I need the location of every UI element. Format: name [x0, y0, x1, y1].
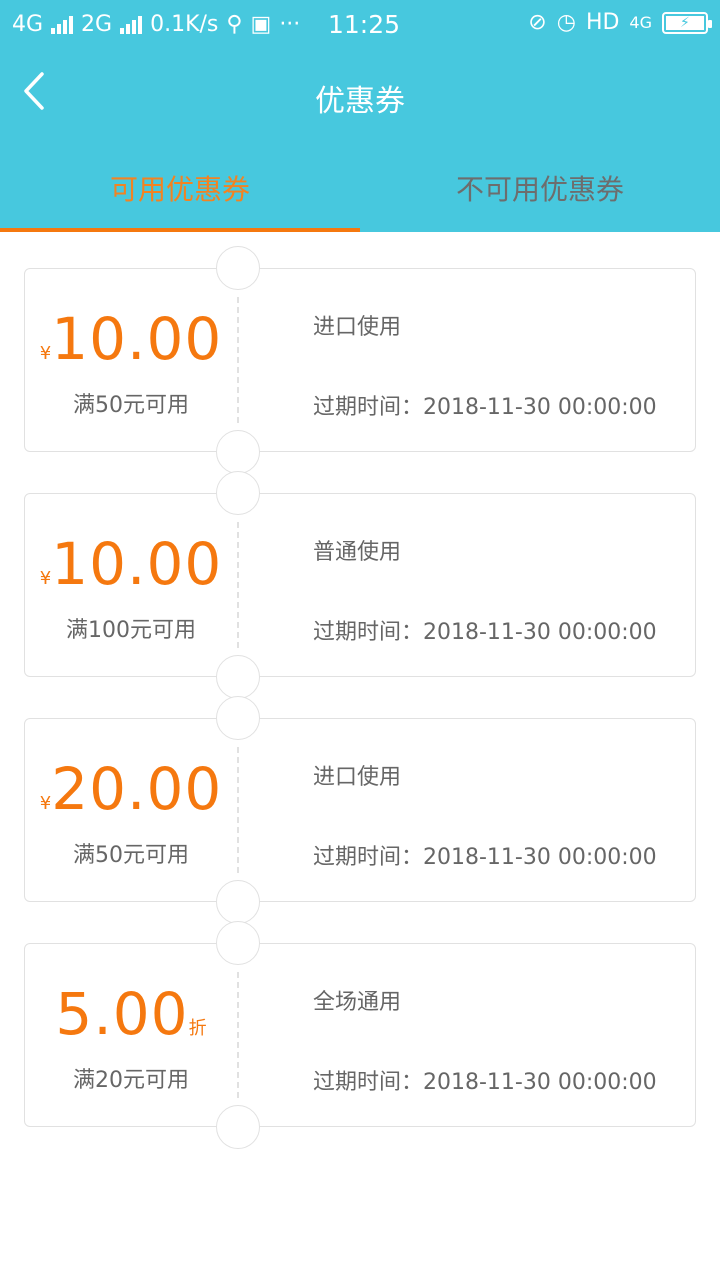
tab-unavailable[interactable]: 不可用优惠券 [360, 140, 720, 232]
coupon-amount: ¥10.00 [25, 305, 237, 373]
signal-icon [51, 15, 74, 34]
tab-available[interactable]: 可用优惠券 [0, 140, 360, 232]
coupon-type: 进口使用 [313, 315, 402, 340]
status-left: 4G 2G 0.1K/s ⚲ ▣ ··· [12, 12, 300, 37]
amount-value: 10.00 [51, 530, 223, 598]
navigation-bar: 优惠券 [0, 50, 720, 140]
app-notification-icon: ▣ [250, 12, 272, 37]
divider [237, 522, 239, 648]
mute-icon: ⊘ [528, 10, 547, 35]
coupon-condition: 满20元可用 [73, 1068, 189, 1093]
coupon-card[interactable]: ¥10.00 满50元可用 进口使用 过期时间：2018-11-30 00:00… [24, 246, 696, 474]
amount-unit: 折 [188, 1018, 207, 1039]
page-title: 优惠券 [315, 84, 405, 119]
ticket-notch [216, 430, 260, 474]
coupon-amount: ¥10.00 [25, 530, 237, 598]
coupon-expiry: 过期时间：2018-11-30 00:00:00 [313, 1070, 657, 1095]
ticket-notch [216, 921, 260, 965]
ticket-notch [216, 696, 260, 740]
coupon-expiry: 过期时间：2018-11-30 00:00:00 [313, 395, 657, 420]
network-label-1: 4G [12, 12, 44, 37]
ticket-notch [216, 1105, 260, 1149]
coupon-condition: 满50元可用 [73, 393, 189, 418]
divider [237, 297, 239, 423]
tab-bar: 可用优惠券 不可用优惠券 [0, 140, 720, 232]
status-right: ⊘ ◷ HD 4G ⚡ [528, 10, 712, 35]
amount-value: 10.00 [51, 305, 223, 373]
coupon-expiry: 过期时间：2018-11-30 00:00:00 [313, 845, 657, 870]
status-time: 11:25 [328, 10, 401, 39]
usb-icon: ⚲ [226, 12, 243, 37]
ticket-notch [216, 880, 260, 924]
alarm-icon: ◷ [556, 10, 576, 35]
currency-symbol: ¥ [39, 568, 52, 589]
coupon-type: 全场通用 [313, 990, 402, 1015]
amount-value: 20.00 [51, 755, 223, 823]
coupon-expiry: 过期时间：2018-11-30 00:00:00 [313, 620, 657, 645]
network-label-2: 2G [81, 12, 113, 37]
battery-icon: ⚡ [662, 11, 712, 34]
divider [237, 972, 239, 1098]
coupon-card[interactable]: 5.00折 满20元可用 全场通用 过期时间：2018-11-30 00:00:… [24, 921, 696, 1149]
ticket-notch [216, 246, 260, 290]
network-speed: 0.1K/s [150, 12, 219, 37]
coupon-condition: 满100元可用 [66, 618, 196, 643]
coupon-amount: ¥20.00 [25, 755, 237, 823]
coupon-card[interactable]: ¥20.00 满50元可用 进口使用 过期时间：2018-11-30 00:00… [24, 696, 696, 924]
coupon-type: 普通使用 [313, 540, 402, 565]
hd-label: HD [585, 10, 620, 35]
header-area: 4G 2G 0.1K/s ⚲ ▣ ··· 11:25 ⊘ ◷ HD 4G ⚡ 优… [0, 0, 720, 232]
signal-icon [120, 15, 143, 34]
network-label-right: 4G [629, 13, 652, 32]
currency-symbol: ¥ [39, 343, 52, 364]
ticket-notch [216, 655, 260, 699]
coupon-list: ¥10.00 满50元可用 进口使用 过期时间：2018-11-30 00:00… [24, 246, 696, 1168]
coupon-condition: 满50元可用 [73, 843, 189, 868]
coupon-card[interactable]: ¥10.00 满100元可用 普通使用 过期时间：2018-11-30 00:0… [24, 471, 696, 699]
divider [237, 747, 239, 873]
coupon-type: 进口使用 [313, 765, 402, 790]
more-dots-icon: ··· [279, 12, 301, 37]
amount-value: 5.00 [55, 980, 189, 1048]
ticket-notch [216, 471, 260, 515]
currency-symbol: ¥ [39, 793, 52, 814]
coupon-amount: 5.00折 [25, 980, 237, 1048]
status-bar: 4G 2G 0.1K/s ⚲ ▣ ··· 11:25 ⊘ ◷ HD 4G ⚡ [0, 0, 720, 50]
